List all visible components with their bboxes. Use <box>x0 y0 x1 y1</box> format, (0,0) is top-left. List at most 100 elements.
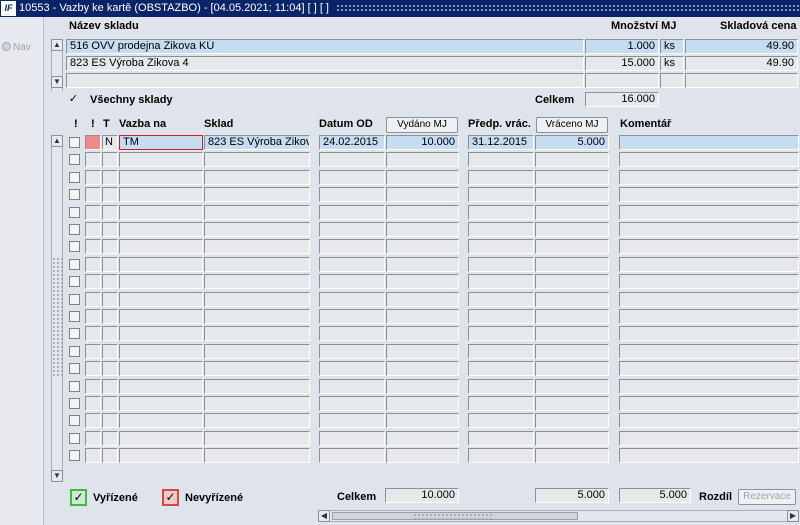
row-return-date-cell[interactable] <box>468 344 534 359</box>
all-warehouses-checkbox[interactable]: ✓ <box>68 94 79 105</box>
row-checkbox[interactable] <box>69 346 80 357</box>
row-sklad-cell[interactable] <box>204 187 310 202</box>
row-returned-cell[interactable] <box>535 257 609 272</box>
horizontal-scroll-thumb[interactable] <box>332 512 578 520</box>
row-issued-cell[interactable] <box>386 413 459 428</box>
row-return-date-cell[interactable] <box>468 292 534 307</box>
row-return-date-cell[interactable] <box>468 222 534 237</box>
row-sklad-cell[interactable] <box>204 257 310 272</box>
row-date-cell[interactable] <box>319 205 385 220</box>
row-comment-cell[interactable] <box>619 222 799 237</box>
row-checkbox[interactable] <box>69 363 80 374</box>
row-issued-cell[interactable] <box>386 448 459 463</box>
row-issued-cell[interactable] <box>386 344 459 359</box>
row-returned-cell[interactable]: 5.000 <box>535 135 609 150</box>
row-vazba-cell[interactable] <box>119 344 203 359</box>
row-return-date-cell[interactable] <box>468 379 534 394</box>
row-issued-cell[interactable] <box>386 274 459 289</box>
row-sklad-cell[interactable] <box>204 292 310 307</box>
returned-qty-button[interactable]: Vráceno MJ <box>536 117 608 133</box>
row-return-date-cell[interactable]: 31.12.2015 <box>468 135 534 150</box>
row-date-cell[interactable] <box>319 274 385 289</box>
row-comment-cell[interactable] <box>619 413 799 428</box>
row-comment-cell[interactable] <box>619 274 799 289</box>
warehouse-name-cell[interactable] <box>66 73 584 88</box>
warehouse-price-cell[interactable]: 49.90 <box>685 56 798 71</box>
row-date-cell[interactable] <box>319 344 385 359</box>
row-comment-cell[interactable] <box>619 379 799 394</box>
row-comment-cell[interactable] <box>619 344 799 359</box>
row-sklad-cell[interactable] <box>204 326 310 341</box>
row-returned-cell[interactable] <box>535 344 609 359</box>
row-checkbox[interactable] <box>69 207 80 218</box>
row-checkbox[interactable] <box>69 450 80 461</box>
row-vazba-cell[interactable] <box>119 187 203 202</box>
reservation-button[interactable]: Rezervace <box>738 489 796 505</box>
row-returned-cell[interactable] <box>535 448 609 463</box>
row-vazba-cell[interactable]: TM <box>119 135 203 150</box>
warehouse-scroll-down-icon[interactable]: ▼ <box>51 76 63 88</box>
row-checkbox[interactable] <box>69 276 80 287</box>
row-date-cell[interactable] <box>319 292 385 307</box>
bindings-scroll-thumb[interactable] <box>52 257 62 377</box>
row-issued-cell[interactable] <box>386 239 459 254</box>
row-sklad-cell[interactable] <box>204 361 310 376</box>
row-vazba-cell[interactable] <box>119 361 203 376</box>
row-return-date-cell[interactable] <box>468 431 534 446</box>
row-checkbox[interactable] <box>69 328 80 339</box>
row-returned-cell[interactable] <box>535 187 609 202</box>
warehouse-unit-cell[interactable]: ks <box>660 39 684 54</box>
row-vazba-cell[interactable] <box>119 222 203 237</box>
row-checkbox[interactable] <box>69 415 80 426</box>
row-type-cell[interactable] <box>102 170 118 185</box>
issued-qty-button[interactable]: Vydáno MJ <box>386 117 458 133</box>
row-checkbox[interactable] <box>69 433 80 444</box>
row-date-cell[interactable] <box>319 448 385 463</box>
warehouse-unit-cell[interactable]: ks <box>660 56 684 71</box>
row-date-cell[interactable] <box>319 326 385 341</box>
row-issued-cell[interactable] <box>386 205 459 220</box>
row-sklad-cell[interactable] <box>204 222 310 237</box>
row-vazba-cell[interactable] <box>119 257 203 272</box>
row-sklad-cell[interactable] <box>204 205 310 220</box>
row-type-cell[interactable] <box>102 222 118 237</box>
row-comment-cell[interactable] <box>619 257 799 272</box>
row-type-cell[interactable] <box>102 239 118 254</box>
row-return-date-cell[interactable] <box>468 239 534 254</box>
row-return-date-cell[interactable] <box>468 413 534 428</box>
row-comment-cell[interactable] <box>619 239 799 254</box>
row-vazba-cell[interactable] <box>119 396 203 411</box>
row-vazba-cell[interactable] <box>119 431 203 446</box>
row-sklad-cell[interactable] <box>204 274 310 289</box>
row-return-date-cell[interactable] <box>468 361 534 376</box>
row-type-cell[interactable]: N <box>102 135 118 150</box>
row-issued-cell[interactable]: 10.000 <box>386 135 459 150</box>
row-vazba-cell[interactable] <box>119 326 203 341</box>
row-sklad-cell[interactable] <box>204 448 310 463</box>
row-type-cell[interactable] <box>102 152 118 167</box>
row-issued-cell[interactable] <box>386 170 459 185</box>
row-returned-cell[interactable] <box>535 326 609 341</box>
row-type-cell[interactable] <box>102 187 118 202</box>
warehouse-qty-cell[interactable]: 15.000 <box>585 56 659 71</box>
warehouse-qty-cell[interactable] <box>585 73 659 88</box>
row-checkbox[interactable] <box>69 189 80 200</box>
row-date-cell[interactable] <box>319 413 385 428</box>
scroll-right-icon[interactable]: ▶ <box>787 510 799 522</box>
row-sklad-cell[interactable] <box>204 152 310 167</box>
row-returned-cell[interactable] <box>535 152 609 167</box>
warehouse-name-cell[interactable]: 516 OVV prodejna Zikova KÚ <box>66 39 584 54</box>
row-comment-cell[interactable] <box>619 170 799 185</box>
row-returned-cell[interactable] <box>535 413 609 428</box>
row-sklad-cell[interactable] <box>204 413 310 428</box>
row-issued-cell[interactable] <box>386 431 459 446</box>
warehouse-price-cell[interactable] <box>685 73 798 88</box>
row-vazba-cell[interactable] <box>119 292 203 307</box>
row-comment-cell[interactable] <box>619 187 799 202</box>
row-vazba-cell[interactable] <box>119 274 203 289</box>
row-vazba-cell[interactable] <box>119 170 203 185</box>
row-sklad-cell[interactable] <box>204 379 310 394</box>
row-type-cell[interactable] <box>102 431 118 446</box>
row-date-cell[interactable] <box>319 309 385 324</box>
row-returned-cell[interactable] <box>535 431 609 446</box>
